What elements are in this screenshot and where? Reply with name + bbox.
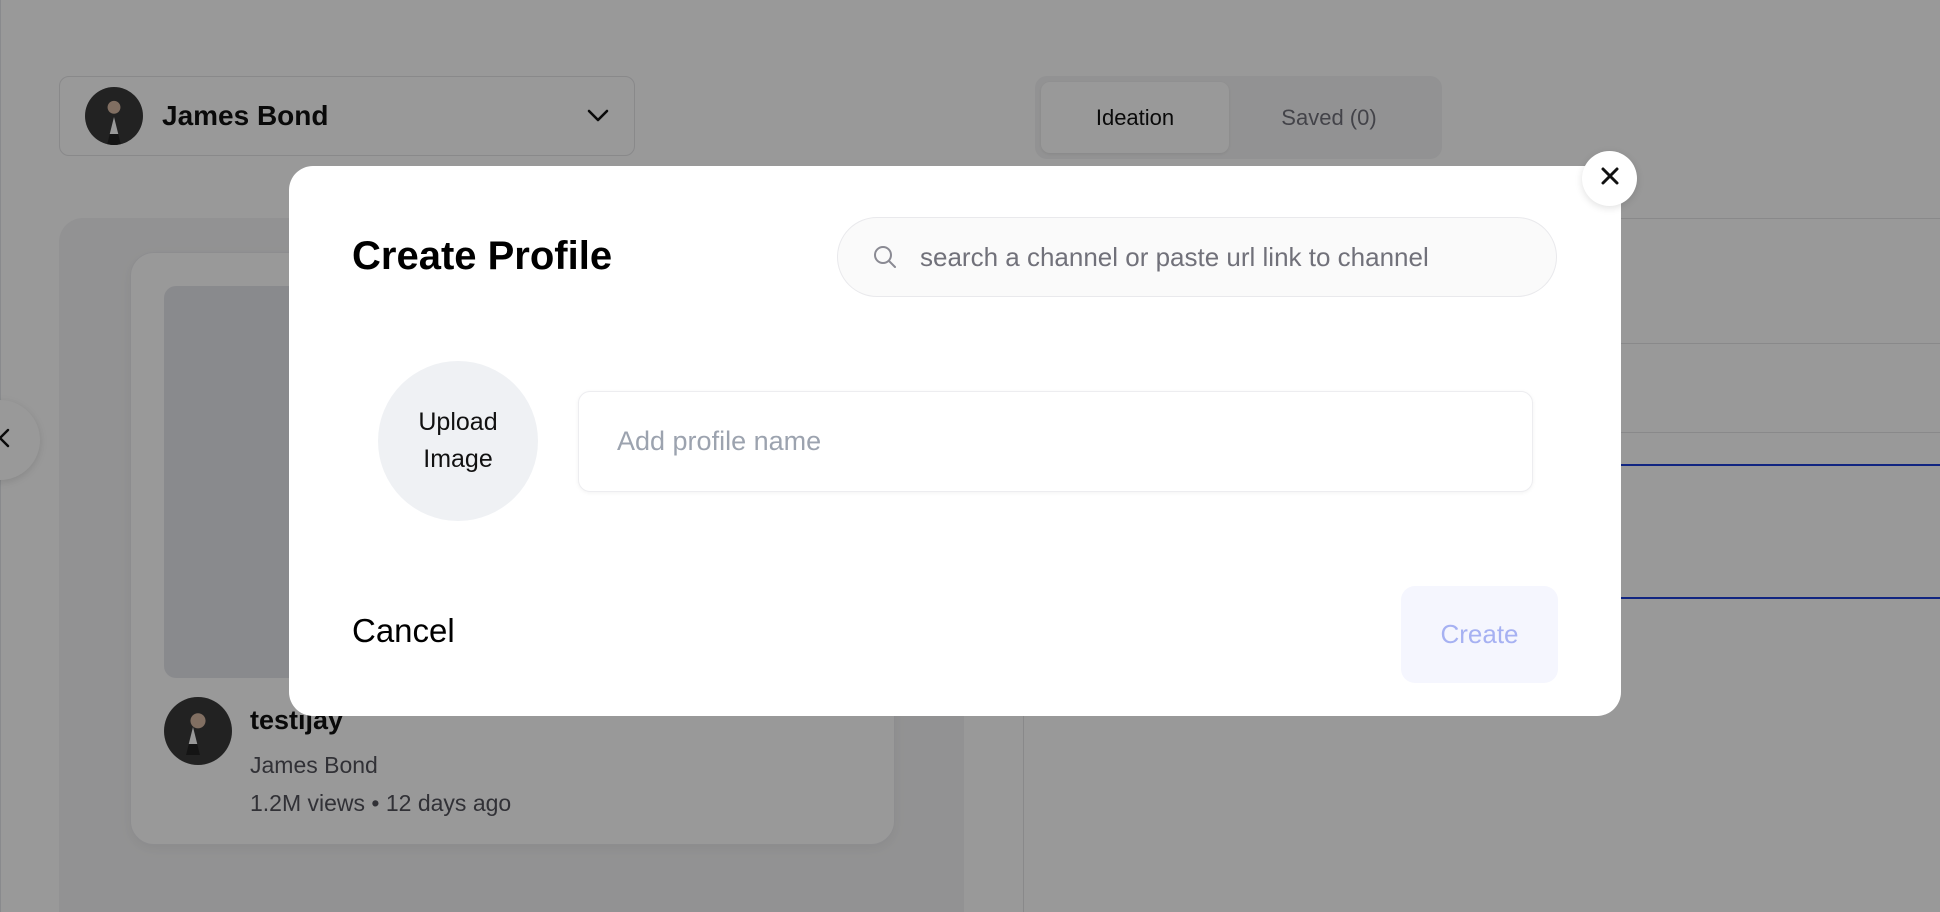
close-icon: [1600, 166, 1620, 191]
profile-name-field[interactable]: [578, 391, 1533, 492]
profile-name-input[interactable]: [617, 426, 1497, 457]
upload-label-line2: Image: [423, 445, 493, 473]
cancel-button[interactable]: Cancel: [352, 612, 455, 650]
upload-label-line1: Upload: [418, 408, 498, 436]
close-modal-button[interactable]: [1582, 151, 1637, 206]
create-profile-modal: Create Profile Upload Image Cancel Creat…: [289, 166, 1621, 716]
create-button[interactable]: Create: [1401, 586, 1558, 683]
modal-title: Create Profile: [352, 234, 613, 278]
channel-search-input[interactable]: [920, 241, 1520, 273]
channel-search[interactable]: [837, 217, 1557, 297]
search-icon: [872, 244, 898, 270]
upload-image-button[interactable]: Upload Image: [378, 361, 538, 521]
